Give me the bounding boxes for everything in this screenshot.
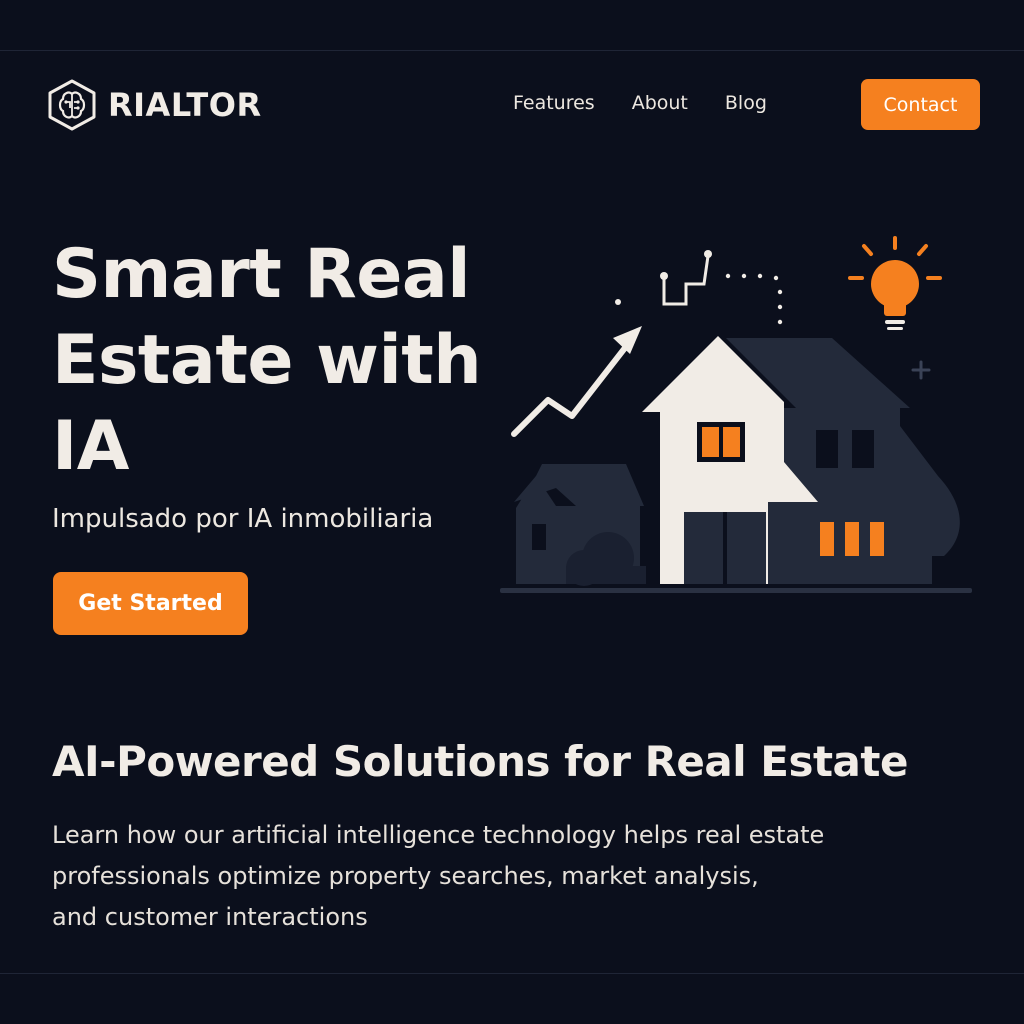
get-started-button[interactable]: Get Started — [53, 572, 248, 635]
hero-title: Smart Real Estate with IA — [52, 235, 482, 486]
brand-logo[interactable]: RIALTOR — [46, 78, 262, 132]
brand-name: RIALTOR — [108, 86, 262, 124]
main-nav: Features About Blog — [513, 92, 767, 114]
header-divider — [0, 50, 1024, 51]
lightbulb-icon — [848, 236, 942, 330]
nav-link-features[interactable]: Features — [513, 92, 595, 114]
hero-illustration — [500, 236, 972, 593]
plus-icon — [911, 360, 931, 380]
circuit-icon — [662, 254, 710, 306]
contact-button[interactable]: Contact — [861, 79, 980, 130]
brain-hexagon-icon — [48, 79, 96, 131]
section-body-line: and customer interactions — [52, 903, 368, 931]
section-body-line: Learn how our artificial intelligence te… — [52, 821, 825, 849]
section-title: AI-Powered Solutions for Real Estate — [52, 737, 908, 786]
trend-arrow-icon — [511, 326, 642, 437]
section-body: Learn how our artificial intelligence te… — [52, 815, 912, 938]
hero-subtitle: Impulsado por IA inmobiliaria — [52, 504, 434, 534]
page: RIALTOR Features About Blog Contact Smar… — [0, 0, 1024, 1024]
nav-link-about[interactable]: About — [632, 92, 688, 114]
section-body-line: professionals optimize property searches… — [52, 862, 759, 890]
footer-divider — [0, 973, 1024, 974]
nav-link-blog[interactable]: Blog — [725, 92, 767, 114]
house-icon — [500, 336, 972, 593]
